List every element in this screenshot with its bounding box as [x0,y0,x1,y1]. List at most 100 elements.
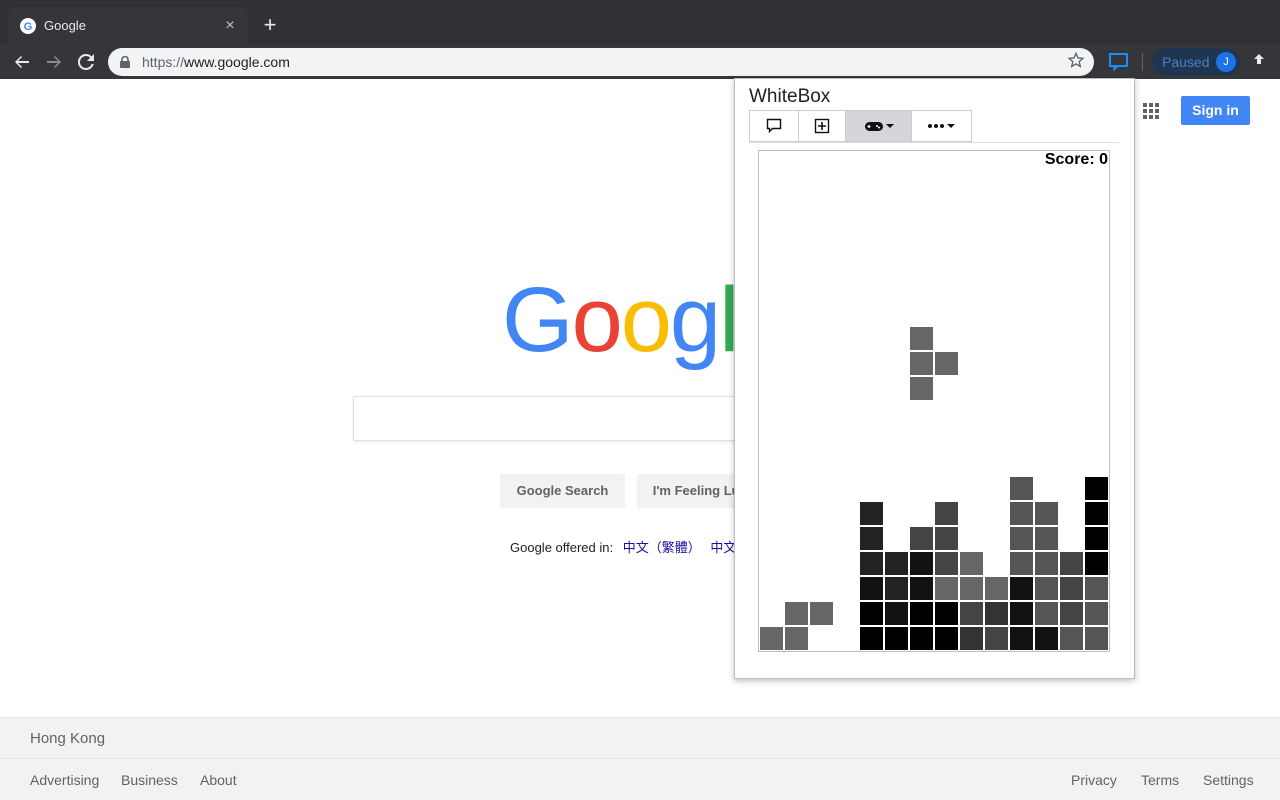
footer-link-business[interactable]: Business [121,772,178,788]
stacked-block [960,602,983,625]
tab-comment[interactable] [749,110,798,142]
stacked-block [1010,527,1033,550]
falling-block [910,377,933,400]
stacked-block [1085,627,1108,650]
footer-link-about[interactable]: About [200,772,237,788]
logo-letter: o [620,269,672,371]
stacked-block [1010,602,1033,625]
stacked-block [1010,627,1033,650]
plus-square-icon [814,118,830,134]
falling-block [910,352,933,375]
footer-link-advertising[interactable]: Advertising [30,772,99,788]
stacked-block [935,502,958,525]
tab-strip: G Google × + [0,0,1280,44]
stacked-block [1060,552,1083,575]
google-search-button[interactable]: Google Search [500,474,625,508]
tetris-board[interactable]: Score: 0 [758,150,1110,652]
stacked-block [885,627,908,650]
stacked-block [860,627,883,650]
stacked-block [935,527,958,550]
stacked-block [1085,577,1108,600]
address-bar[interactable]: https://www.google.com [108,48,1094,76]
logo-letter: o [571,269,623,371]
reload-button[interactable] [74,50,98,74]
stacked-block [935,627,958,650]
avatar: J [1216,52,1236,72]
falling-block [935,352,958,375]
stacked-block [860,502,883,525]
chevron-down-icon [885,124,894,128]
stacked-block [1035,577,1058,600]
tab-add[interactable] [798,110,845,142]
profile-paused-button[interactable]: Paused J [1152,48,1240,76]
update-arrow-icon[interactable] [1250,52,1268,70]
stacked-block [985,602,1008,625]
stacked-block [1085,502,1108,525]
whitebox-tabbar [749,110,972,142]
comment-icon [766,118,782,134]
falling-block [910,327,933,350]
chevron-down-icon [947,124,955,128]
stacked-block [810,602,833,625]
stacked-block [1035,627,1058,650]
whitebox-extension-icon[interactable] [1108,51,1130,73]
stacked-block [960,552,983,575]
sign-in-button[interactable]: Sign in [1181,96,1250,125]
stacked-block [785,602,808,625]
language-link-traditional[interactable]: 中文（繁體） [623,540,701,555]
profile-status-label: Paused [1162,54,1210,70]
stacked-block [860,552,883,575]
stacked-block [935,552,958,575]
stacked-block [1035,502,1058,525]
tabbar-divider [749,142,1119,143]
stacked-block [860,602,883,625]
stacked-block [860,527,883,550]
stacked-block [910,602,933,625]
browser-tab-google[interactable]: G Google × [8,7,248,44]
stacked-block [885,552,908,575]
logo-letter: g [669,269,721,371]
browser-toolbar: https://www.google.com Paused J [0,44,1280,79]
new-tab-button[interactable]: + [260,14,280,36]
url-text: https://www.google.com [142,54,1066,70]
url-host: www.google.com [184,54,290,70]
svg-text:G: G [24,21,33,32]
ellipsis-icon [928,124,944,128]
stacked-block [910,577,933,600]
stacked-block [1035,527,1058,550]
stacked-block [1085,477,1108,500]
tab-close-icon[interactable]: × [222,17,238,35]
back-button[interactable] [10,50,34,74]
stacked-block [960,577,983,600]
tab-game[interactable] [845,110,911,142]
stacked-block [985,627,1008,650]
stacked-block [1085,602,1108,625]
stacked-block [1060,602,1083,625]
footer-link-terms[interactable]: Terms [1141,772,1179,788]
stacked-block [1060,627,1083,650]
footer-link-settings[interactable]: Settings [1203,772,1254,788]
gamepad-icon [864,122,883,131]
stacked-block [1035,552,1058,575]
stacked-block [985,577,1008,600]
arrow-right-icon [47,56,61,68]
stacked-block [860,577,883,600]
apps-grid-icon[interactable] [1143,103,1159,119]
arrow-left-icon [15,56,29,68]
stacked-block [960,627,983,650]
forward-button[interactable] [42,50,66,74]
stacked-block [1010,502,1033,525]
stacked-block [1085,527,1108,550]
score-display: Score: 0 [1044,151,1108,168]
stacked-block [760,627,783,650]
bookmark-star-icon[interactable] [1066,51,1086,72]
footer-link-privacy[interactable]: Privacy [1071,772,1117,788]
stacked-block [910,527,933,550]
whitebox-popup: WhiteBox Score: 0 [734,78,1135,679]
stacked-block [1010,477,1033,500]
stacked-block [785,627,808,650]
tab-more[interactable] [911,110,972,142]
whitebox-title: WhiteBox [749,86,831,107]
offered-in-label: Google offered in: [510,540,614,555]
stacked-block [935,602,958,625]
